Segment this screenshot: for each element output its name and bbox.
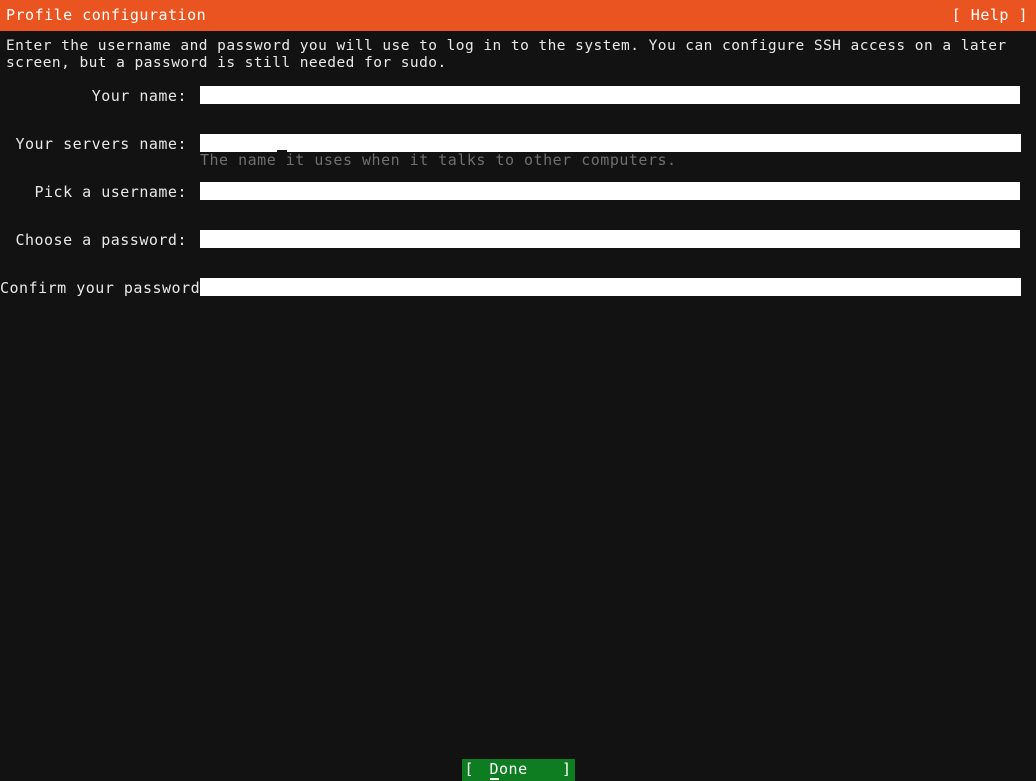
title-bar: Profile configuration [ Help ]	[0, 0, 1036, 31]
page-title: Profile configuration	[6, 6, 207, 24]
input-your-name-value: David	[277, 102, 325, 104]
instructions-text: Enter the username and password you will…	[6, 38, 1016, 71]
label-server-name: Your servers name:	[15, 135, 187, 153]
help-button[interactable]: [ Help ]	[952, 7, 1028, 23]
done-button-label: Done	[489, 760, 528, 780]
done-bracket-right: ]	[561, 760, 572, 778]
input-username[interactable]: david	[200, 182, 1020, 200]
footer-actions: [ Done ]	[0, 759, 1036, 781]
field-row-your-name: Your name: David	[0, 86, 1036, 134]
label-username: Pick a username:	[34, 183, 187, 201]
done-cursor: D	[489, 760, 500, 780]
field-row-username: Pick a username: david	[0, 182, 1036, 230]
label-password: Choose a password:	[15, 231, 187, 249]
input-your-name[interactable]: David	[200, 86, 1020, 104]
help-text-server-name: The name it uses when it talks to other …	[200, 151, 677, 169]
input-server-name[interactable]: ubuntu-server	[200, 134, 1021, 152]
label-your-name: Your name:	[91, 87, 187, 105]
input-confirm-password[interactable]: ****************	[200, 278, 1021, 296]
profile-form: Your name: David Your servers name: ubun…	[0, 86, 1036, 326]
field-row-password: Choose a password: ****************	[0, 230, 1036, 278]
field-row-server-name: Your servers name: ubuntu-server The nam…	[0, 134, 1036, 182]
input-confirm-password-value: ****************	[277, 294, 430, 296]
installer-screen: Profile configuration [ Help ] Enter the…	[0, 0, 1036, 781]
label-confirm-password: Confirm your password:	[0, 279, 210, 297]
input-username-value: david	[277, 198, 325, 200]
input-password[interactable]: ****************	[200, 230, 1020, 248]
field-row-confirm-password: Confirm your password: ****************	[0, 278, 1036, 326]
done-button[interactable]: [ Done ]	[461, 759, 575, 781]
done-bracket-left: [	[464, 760, 475, 778]
input-password-value: ****************	[277, 246, 430, 248]
